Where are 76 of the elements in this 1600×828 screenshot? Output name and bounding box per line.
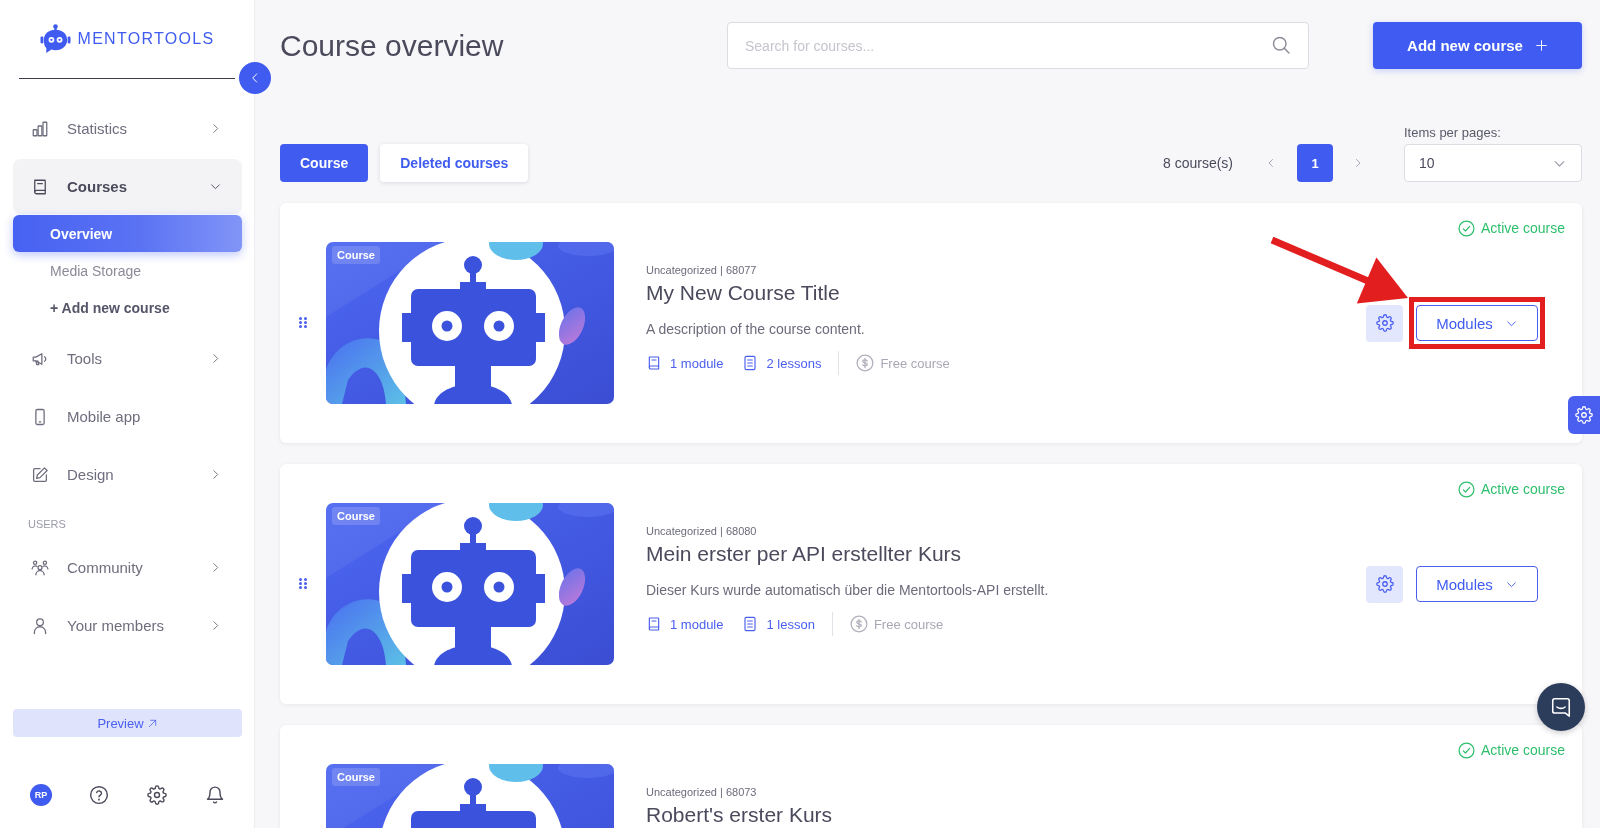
robot-chat-logo-icon: [39, 23, 71, 55]
settings-icon: [147, 785, 167, 805]
book-icon: [646, 355, 662, 371]
settings-icon: [1375, 314, 1394, 332]
drag-handle-icon[interactable]: [299, 317, 307, 328]
brand-logo-text: MENTORTOOLS: [77, 30, 215, 48]
course-price: Free course: [880, 355, 950, 371]
document-icon: [742, 616, 759, 632]
course-category-label: Uncategorized | 68073: [646, 785, 757, 799]
settings-tab-button[interactable]: [1568, 396, 1600, 434]
course-title[interactable]: Mein erster per API erstellter Kurs: [646, 542, 962, 566]
check-circle-icon: [1457, 481, 1475, 498]
course-filter-tab[interactable]: Deleted courses: [380, 144, 529, 182]
settings-icon: [1375, 575, 1394, 593]
people-group-icon: [31, 558, 49, 577]
person-icon: [31, 616, 49, 635]
course-type-badge: Course: [332, 246, 380, 264]
course-status: Active course: [1480, 481, 1565, 498]
add-course-button[interactable]: Add new course: [1373, 22, 1582, 69]
help-icon: [89, 785, 109, 805]
plus-icon: [1534, 39, 1548, 52]
bar-chart-icon: [31, 119, 49, 138]
chat-bubble-icon: [1550, 696, 1572, 718]
items-per-page-select[interactable]: 10: [1404, 144, 1582, 182]
dollar-circle-icon: [856, 354, 875, 372]
dollar-circle-icon: [849, 615, 868, 633]
course-category-label: Uncategorized | 68080: [646, 524, 757, 538]
sidebar-nav-item[interactable]: Tools: [13, 331, 242, 386]
document-icon: [742, 355, 759, 371]
modules-dropdown-button[interactable]: Modules: [1416, 305, 1538, 341]
sidebar-nav-item[interactable]: Community: [13, 540, 242, 595]
preview-button[interactable]: Preview: [13, 709, 242, 737]
course-price: Free course: [873, 616, 944, 632]
sidebar-nav-item[interactable]: Courses: [13, 159, 242, 214]
book-icon: [31, 177, 49, 196]
module-count[interactable]: 1 module: [670, 616, 724, 632]
drag-handle-icon[interactable]: [299, 578, 307, 589]
course-title[interactable]: Robert's erster Kurs: [646, 803, 833, 827]
course-category-label: Uncategorized | 68077: [646, 263, 757, 277]
arrow-up-right-icon: [146, 717, 158, 729]
nav-section-heading: USERS: [27, 517, 67, 531]
page-title: Course overview: [280, 28, 505, 63]
course-settings-button[interactable]: [1366, 304, 1403, 342]
lesson-count[interactable]: 2 lessons: [766, 355, 822, 371]
book-icon: [646, 616, 662, 632]
sidebar-subitem[interactable]: Media Storage: [13, 252, 242, 289]
user-avatar[interactable]: RP: [30, 784, 52, 806]
items-per-page-label: Items per pages:: [1404, 125, 1502, 141]
check-circle-icon: [1457, 220, 1475, 237]
collapse-sidebar-button[interactable]: [239, 62, 271, 94]
settings-icon: [1575, 406, 1593, 424]
course-status: Active course: [1480, 742, 1565, 759]
sidebar-nav-item[interactable]: Statistics: [13, 101, 242, 156]
modules-dropdown-button[interactable]: Modules: [1416, 566, 1538, 602]
course-title[interactable]: My New Course Title: [646, 281, 840, 305]
course-type-badge: Course: [332, 507, 380, 525]
course-description: A description of the course content.: [646, 320, 865, 339]
search-icon: [1271, 35, 1291, 55]
sidebar-nav-item[interactable]: Design: [13, 447, 242, 502]
pencil-square-icon: [31, 465, 49, 484]
sidebar-nav-item[interactable]: Your members: [13, 598, 242, 653]
course-description: Dieser Kurs wurde automatisch über die Mentortools-API erstellt.: [646, 581, 1049, 600]
lesson-count[interactable]: 1 lesson: [766, 616, 815, 632]
module-count[interactable]: 1 module: [670, 355, 724, 371]
course-type-badge: Course: [332, 768, 380, 786]
course-count: 8 course(s): [1162, 154, 1233, 173]
sidebar-nav-item[interactable]: Mobile app: [13, 389, 242, 444]
bell-icon: [205, 785, 225, 805]
sidebar-subitem[interactable]: + Add new course: [13, 289, 242, 326]
sidebar-subitem[interactable]: Overview: [13, 215, 242, 252]
check-circle-icon: [1457, 742, 1475, 759]
search-field[interactable]: Search for courses...: [727, 22, 1309, 69]
course-status: Active course: [1480, 220, 1565, 237]
page-number-button[interactable]: 1: [1297, 144, 1333, 182]
course-settings-button[interactable]: [1366, 565, 1403, 603]
course-filter-tab[interactable]: Course: [280, 144, 369, 182]
